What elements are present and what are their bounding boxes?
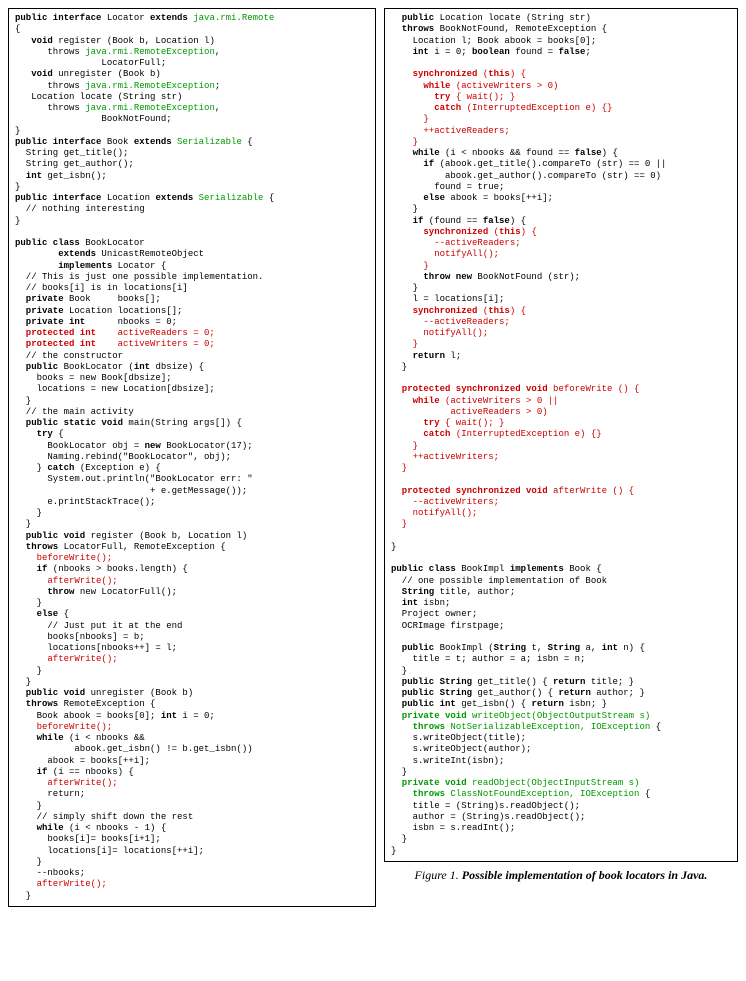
figure-caption: Figure 1. Possible implementation of boo… xyxy=(384,868,738,883)
right-column: public Location locate (String str) thro… xyxy=(384,8,738,907)
figure-title: Possible implementation of book locators… xyxy=(462,868,708,882)
left-code: public interface Locator extends java.rm… xyxy=(15,13,369,902)
right-code-panel: public Location locate (String str) thro… xyxy=(384,8,738,862)
figure-number: Figure 1. xyxy=(415,868,459,882)
code-columns: public interface Locator extends java.rm… xyxy=(8,8,738,907)
right-code: public Location locate (String str) thro… xyxy=(391,13,731,857)
left-code-panel: public interface Locator extends java.rm… xyxy=(8,8,376,907)
